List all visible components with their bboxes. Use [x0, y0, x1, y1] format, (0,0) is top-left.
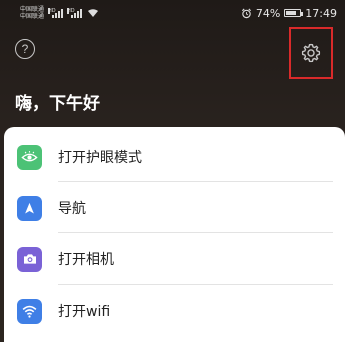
status-right: 74% 17:49 — [241, 7, 337, 20]
carrier-2-label: 中国联通 — [20, 13, 45, 20]
status-bar: 中国联通 中国联通 HD HD 74% 17:49 — [0, 0, 345, 26]
action-wifi[interactable]: 打开wifi — [4, 286, 345, 336]
navigation-arrow-icon — [17, 195, 42, 221]
battery-percent: 74% — [255, 6, 281, 20]
gear-icon — [301, 43, 321, 63]
action-label: 打开护眼模式 — [58, 150, 142, 166]
battery-icon — [284, 9, 304, 17]
carrier-labels: 中国联通 中国联通 — [20, 6, 44, 20]
divider — [58, 181, 333, 182]
signal-1-icon: HD — [48, 8, 64, 18]
action-label: 打开相机 — [58, 252, 114, 268]
clock-time: 17:49 — [305, 6, 337, 20]
divider — [58, 284, 333, 285]
greeting-text: 嗨，下午好 — [15, 94, 100, 114]
divider — [58, 232, 333, 233]
suggestion-card: 打开护眼模式 导航 打开相机 打开wifi — [4, 127, 345, 342]
action-navigation[interactable]: 导航 — [4, 183, 345, 233]
camera-icon — [17, 246, 42, 272]
signal-2-icon: HD — [67, 8, 83, 18]
wifi-status-icon — [88, 9, 99, 17]
action-label: 打开wifi — [58, 304, 111, 320]
alarm-icon — [241, 8, 251, 18]
carrier-1-label: 中国联通 — [20, 6, 45, 13]
action-camera[interactable]: 打开相机 — [4, 234, 345, 284]
action-eye-protection[interactable]: 打开护眼模式 — [4, 132, 345, 182]
battery-fill — [286, 11, 296, 15]
eye-icon — [17, 144, 42, 170]
action-label: 导航 — [58, 201, 86, 217]
help-button[interactable]: ? — [15, 39, 35, 59]
help-icon: ? — [21, 42, 29, 56]
settings-button[interactable] — [289, 27, 333, 79]
wifi-icon — [17, 298, 42, 324]
